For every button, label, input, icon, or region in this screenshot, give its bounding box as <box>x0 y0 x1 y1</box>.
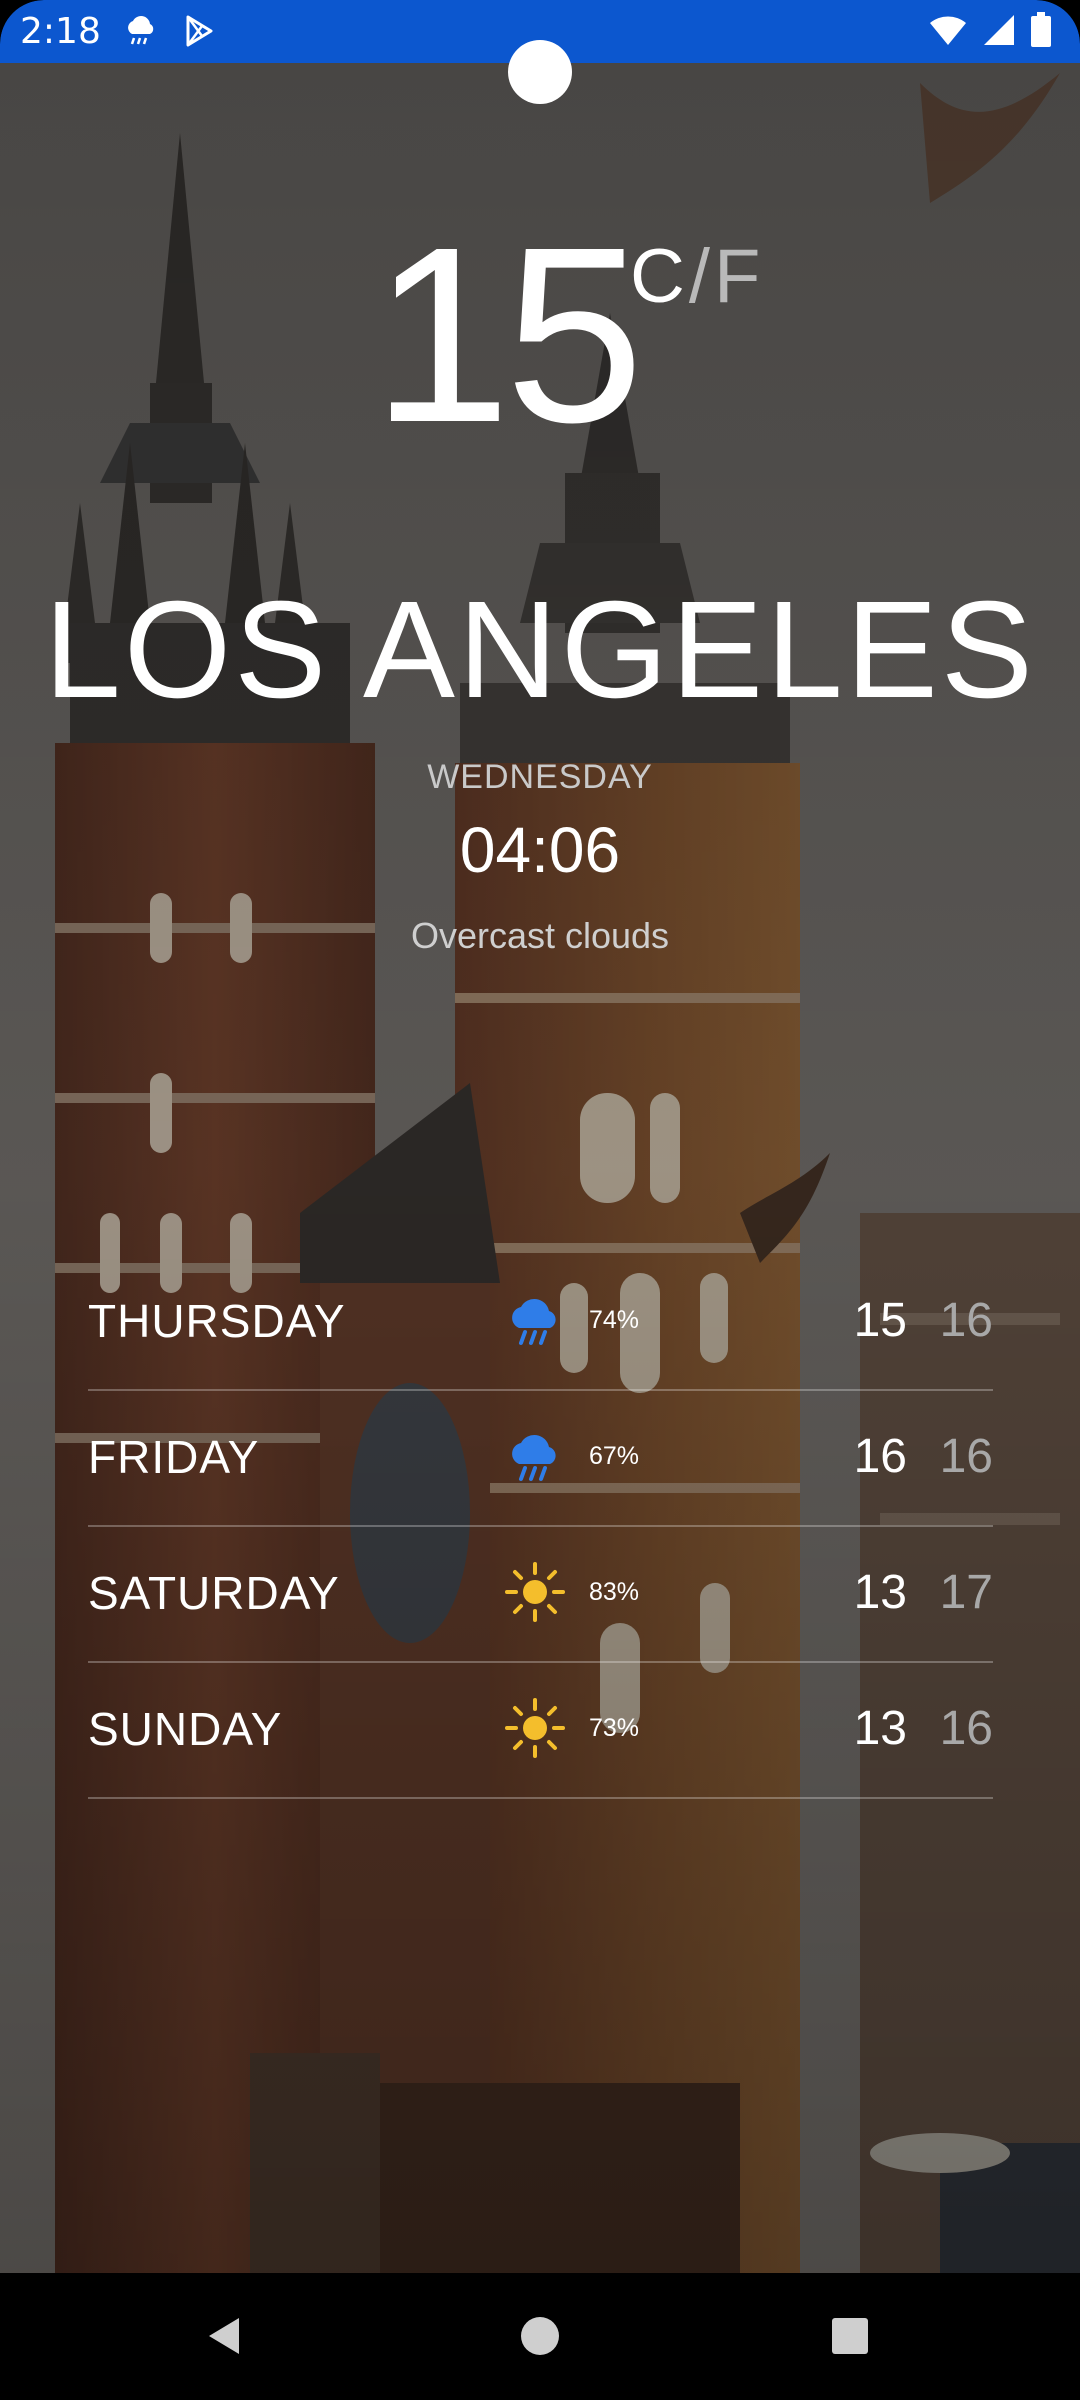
weather-content: 15 C / F LOS ANGELES WEDNESDAY 04:06 Ove… <box>0 0 1080 2273</box>
forecast-row: FRIDAY 67% 16 16 <box>88 1391 993 1527</box>
forecast-high-temp: 16 <box>853 1430 907 1483</box>
rain-cloud-icon <box>128 16 154 45</box>
forecast-day: FRIDAY <box>88 1431 260 1483</box>
forecast-row: SATURDAY 83% 13 17 <box>88 1527 993 1663</box>
forecast-high-temp: 13 <box>853 1702 907 1755</box>
forecast-row: SUNDAY 73% 13 16 <box>88 1663 993 1799</box>
battery-icon <box>1031 12 1051 47</box>
camera-cutout <box>508 40 572 104</box>
home-button[interactable] <box>505 2301 575 2371</box>
forecast-day: THURSDAY <box>88 1295 346 1347</box>
forecast-day: SATURDAY <box>88 1567 340 1619</box>
status-notification-icons <box>122 12 218 50</box>
current-weekday: WEDNESDAY <box>427 758 653 796</box>
forecast-list: THURSDAY 74% 15 16 FRIDAY 67% 16 16 SATU… <box>88 1255 993 1799</box>
sun-icon <box>505 1698 565 1758</box>
forecast-humidity: 67% <box>589 1442 640 1470</box>
city-name: LOS ANGELES <box>44 573 1036 727</box>
forecast-day: SUNDAY <box>88 1703 283 1755</box>
recents-button[interactable] <box>815 2301 885 2371</box>
cell-signal-icon <box>984 15 1014 45</box>
rain-cloud-icon <box>512 1434 556 1481</box>
celsius-unit-button[interactable]: C <box>630 232 685 322</box>
play-store-icon <box>186 15 213 47</box>
back-icon <box>209 2318 239 2354</box>
unit-toggle: C / F <box>630 232 760 322</box>
forecast-high-temp: 15 <box>853 1294 907 1347</box>
current-temperature: 15 <box>371 195 644 474</box>
forecast-low-temp: 16 <box>939 1294 993 1347</box>
weather-condition: Overcast clouds <box>410 915 670 956</box>
navigation-bar <box>0 2273 1080 2400</box>
status-system-icons <box>928 12 1052 48</box>
recents-icon <box>832 2318 868 2354</box>
status-time: 2:18 <box>20 11 101 52</box>
forecast-low-temp: 16 <box>939 1430 993 1483</box>
forecast-high-temp: 13 <box>853 1566 907 1619</box>
weather-app-screen: 2:18 15 C / F LOS ANGELES WEDNESDAY 04:0… <box>0 0 1080 2400</box>
back-button[interactable] <box>190 2301 260 2371</box>
fahrenheit-unit-button[interactable]: F <box>714 232 760 322</box>
home-icon <box>521 2317 559 2355</box>
forecast-humidity: 74% <box>589 1306 640 1334</box>
unit-separator: / <box>688 234 711 319</box>
forecast-humidity: 73% <box>589 1714 640 1742</box>
sun-icon <box>505 1562 565 1622</box>
current-time: 04:06 <box>459 814 621 886</box>
wifi-icon <box>930 16 966 45</box>
forecast-low-temp: 16 <box>939 1702 993 1755</box>
rain-cloud-icon <box>512 1298 556 1345</box>
forecast-low-temp: 17 <box>939 1566 993 1619</box>
forecast-humidity: 83% <box>589 1578 640 1606</box>
forecast-row: THURSDAY 74% 15 16 <box>88 1255 993 1391</box>
